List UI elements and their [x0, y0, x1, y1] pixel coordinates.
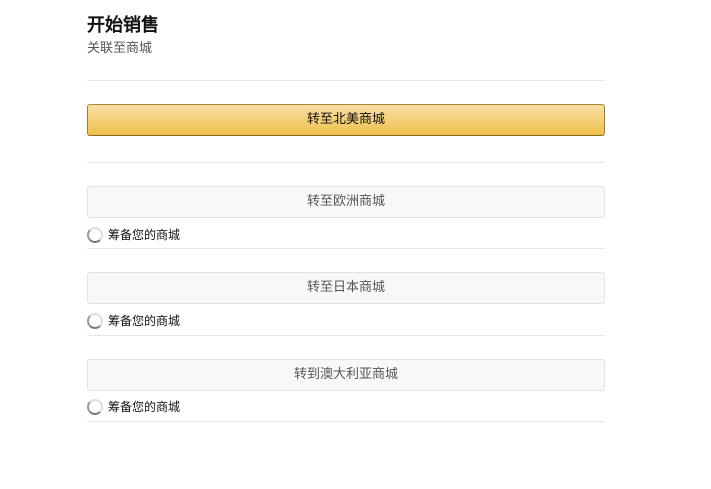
status-text: 筹备您的商城 [108, 228, 181, 242]
go-to-australia-button[interactable]: 转到澳大利亚商城 [87, 359, 605, 391]
status-australia: 筹备您的商城 [87, 398, 180, 415]
divider [87, 162, 605, 163]
divider [87, 421, 605, 422]
loading-spinner-icon [87, 312, 103, 329]
page-title: 开始销售 [87, 15, 159, 36]
loading-spinner-icon [87, 226, 103, 243]
go-to-europe-button[interactable]: 转至欧洲商城 [87, 186, 605, 218]
status-europe: 筹备您的商城 [87, 226, 180, 243]
status-text: 筹备您的商城 [108, 400, 181, 414]
divider [87, 80, 605, 81]
divider [87, 248, 605, 249]
go-to-japan-button[interactable]: 转至日本商城 [87, 272, 605, 304]
loading-spinner-icon [87, 398, 103, 415]
go-to-north-america-button[interactable]: 转至北美商城 [87, 104, 605, 136]
status-text: 筹备您的商城 [108, 314, 181, 328]
status-japan: 筹备您的商城 [87, 312, 180, 329]
page-subtitle: 关联至商城 [87, 41, 153, 56]
divider [87, 335, 605, 336]
